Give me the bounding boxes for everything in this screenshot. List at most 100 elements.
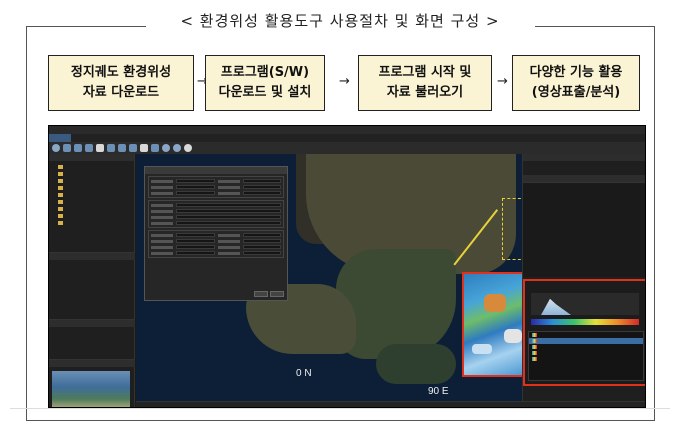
page-edge <box>10 408 670 409</box>
dialog-row <box>151 250 281 256</box>
menu-item[interactable] <box>71 134 93 142</box>
selection-box <box>502 198 522 260</box>
property-header <box>523 175 645 182</box>
frame-line-bottom <box>26 420 655 421</box>
dialog-label <box>151 251 173 255</box>
frame-line-left <box>26 26 27 421</box>
latitude-label: 0 N <box>296 368 312 379</box>
app-screenshot: 0 N 90 E <box>48 125 646 408</box>
panel-spacer <box>523 161 645 175</box>
dialog-field[interactable] <box>176 209 281 213</box>
gear-icon[interactable] <box>85 144 93 152</box>
tree-item[interactable] <box>52 205 131 212</box>
data-patch <box>504 329 522 343</box>
table-icon[interactable] <box>118 144 126 152</box>
dialog-field[interactable] <box>176 215 281 219</box>
menu-item[interactable] <box>159 134 181 142</box>
draw-icon[interactable] <box>151 144 159 152</box>
overview-panel <box>49 359 135 407</box>
dialog-label <box>217 245 240 249</box>
status-bar <box>136 401 645 407</box>
file-explorer-header <box>49 154 134 161</box>
folder-open-icon[interactable] <box>63 144 71 152</box>
tree-item[interactable] <box>52 219 131 226</box>
list-item[interactable] <box>529 356 643 362</box>
color-control-panel <box>523 279 645 386</box>
histogram[interactable] <box>531 293 639 315</box>
dialog-field[interactable] <box>176 233 215 237</box>
colorbar[interactable] <box>531 319 639 325</box>
dialog-field[interactable] <box>176 179 215 183</box>
tree-item[interactable] <box>52 177 131 184</box>
dialog-label <box>151 245 173 249</box>
dialog-field[interactable] <box>176 185 215 189</box>
dialog-title <box>145 167 287 174</box>
folder-icon <box>58 213 63 218</box>
globe-icon[interactable] <box>162 144 170 152</box>
dialog-field[interactable] <box>176 251 215 255</box>
layer-panel <box>49 319 135 327</box>
map-icon[interactable] <box>173 144 181 152</box>
arrow-icon: → <box>497 74 508 89</box>
tree-item[interactable] <box>52 198 131 205</box>
menu-item[interactable] <box>137 134 159 142</box>
right-panel <box>522 154 645 401</box>
tree-item[interactable] <box>52 191 131 198</box>
dialog-field[interactable] <box>242 233 281 237</box>
dialog-label <box>151 203 173 207</box>
folder-icon <box>58 171 63 176</box>
dialog-field[interactable] <box>176 221 281 225</box>
folder-icon <box>58 185 63 190</box>
dialog-label <box>151 209 173 213</box>
tree-item[interactable] <box>52 212 131 219</box>
menu-item[interactable] <box>115 134 137 142</box>
colormap-swatch-icon <box>532 333 537 337</box>
dialog-field[interactable] <box>242 191 281 195</box>
layer-list[interactable] <box>523 182 645 277</box>
tree-item[interactable] <box>52 163 131 170</box>
dialog-field[interactable] <box>176 239 215 243</box>
ok-button[interactable] <box>254 291 268 297</box>
zoomed-data-overlay <box>462 272 522 377</box>
step-line: 자료 불러오기 <box>386 85 464 100</box>
tree-item[interactable] <box>52 184 131 191</box>
dialog-field[interactable] <box>176 203 281 207</box>
dialog-field[interactable] <box>176 245 215 249</box>
step-line: 다양한 기능 활용 <box>529 65 623 80</box>
list-item[interactable] <box>523 183 645 189</box>
filter-icon[interactable] <box>107 144 115 152</box>
overview-world-map[interactable] <box>52 371 130 407</box>
colormap-swatch-icon <box>532 351 537 355</box>
step-line: 다운로드 및 설치 <box>218 85 312 100</box>
file-tree <box>49 161 134 228</box>
layer-icon[interactable] <box>129 144 137 152</box>
dialog-field[interactable] <box>176 191 215 195</box>
rectangle-icon[interactable] <box>140 144 148 152</box>
frame-line-top-right <box>535 26 655 27</box>
dialog-field[interactable] <box>242 239 281 243</box>
step-install-program: 프로그램(S/W) 다운로드 및 설치 <box>205 55 325 111</box>
dialog-field[interactable] <box>242 185 281 189</box>
help-icon[interactable] <box>184 144 192 152</box>
dialog-field[interactable] <box>242 179 281 183</box>
save-icon[interactable] <box>74 144 82 152</box>
grid-icon[interactable] <box>96 144 104 152</box>
app-titlebar <box>49 126 645 134</box>
arrow-icon: → <box>339 74 350 89</box>
dialog-label <box>217 233 240 237</box>
dialog-group <box>148 230 284 258</box>
dialog-label <box>217 239 240 243</box>
cancel-button[interactable] <box>270 291 284 297</box>
menu-item[interactable] <box>93 134 115 142</box>
step-use-features: 다양한 기능 활용 (영상표출/분석) <box>512 55 640 111</box>
step-line: (영상표출/분석) <box>531 85 621 100</box>
data-patch <box>472 344 492 354</box>
menu-item[interactable] <box>49 134 71 142</box>
dialog-field[interactable] <box>242 251 281 255</box>
colormap-swatch-icon <box>532 357 537 361</box>
tree-item[interactable] <box>52 170 131 177</box>
data-info-dialog <box>144 166 288 301</box>
close-icon[interactable] <box>52 144 60 152</box>
dialog-field[interactable] <box>242 245 281 249</box>
step-line: 정지궤도 환경위성 <box>70 65 172 80</box>
